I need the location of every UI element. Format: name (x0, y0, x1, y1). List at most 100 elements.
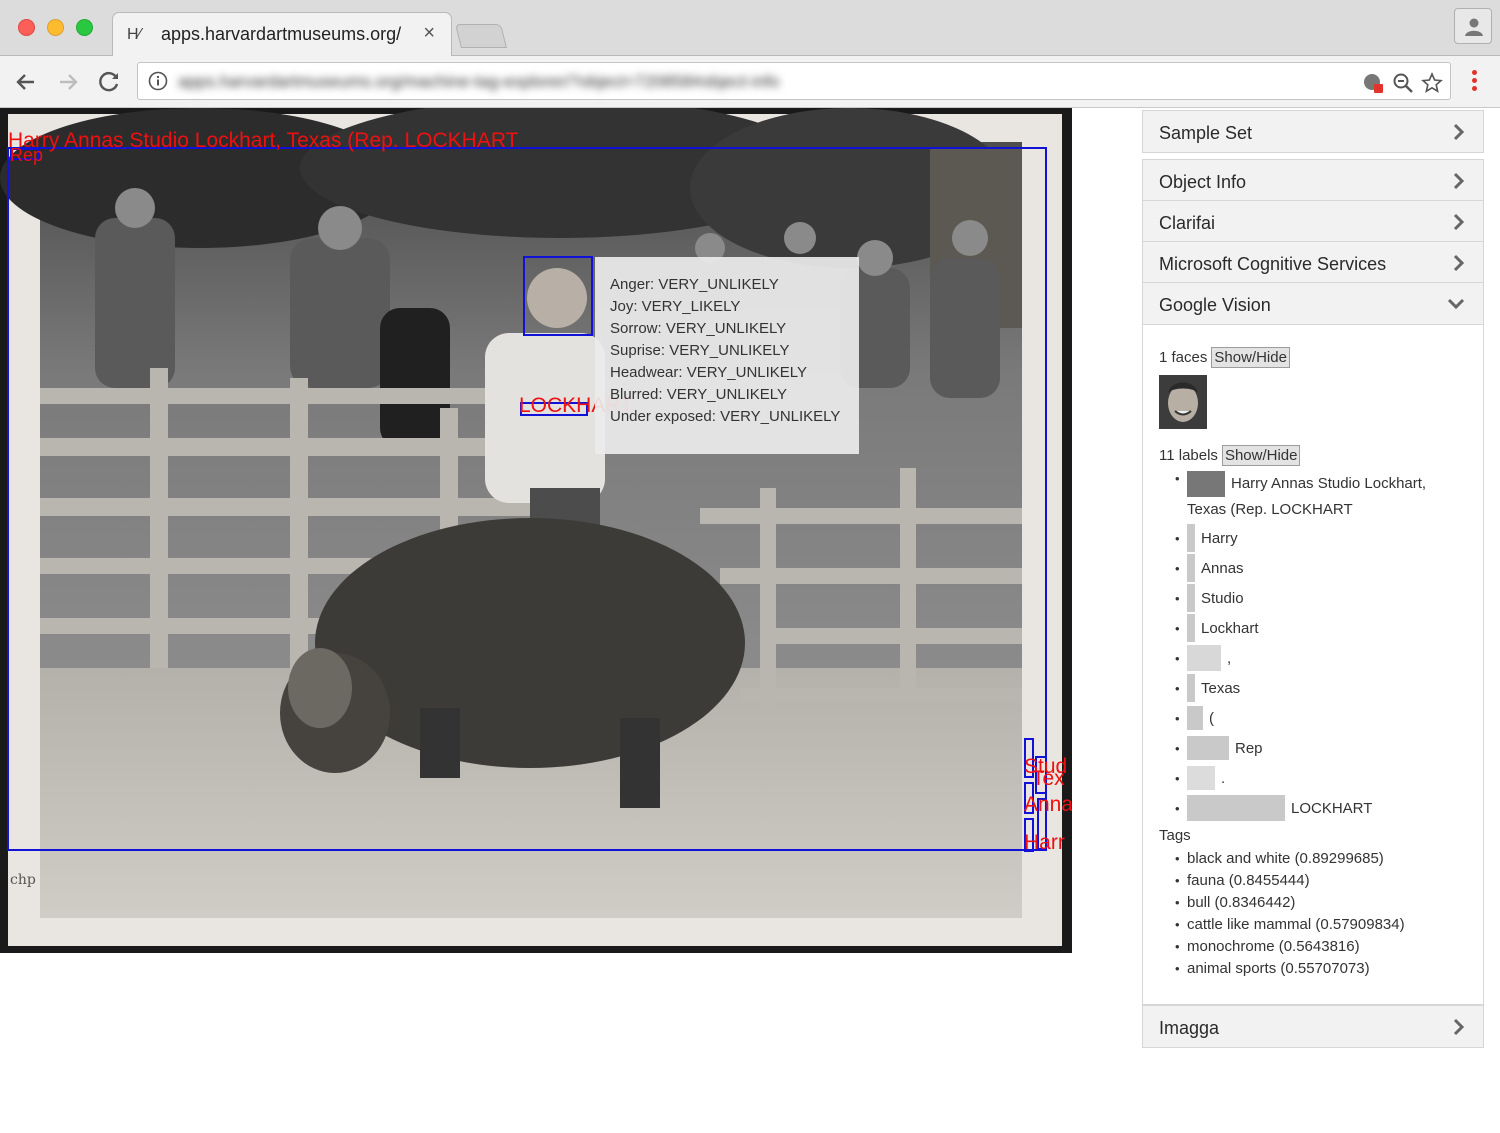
panel-clarifai[interactable]: Clarifai (1143, 201, 1483, 242)
list-item[interactable]: Harry (1175, 523, 1483, 553)
label-thumbnail (1187, 554, 1195, 583)
label-thumbnail (1187, 706, 1203, 731)
face-image (1159, 375, 1207, 429)
edge-label-harr: Harr (1024, 831, 1065, 854)
title-bar: H⁄ apps.harvardartmuseums.org/ × (0, 0, 1500, 57)
list-item: monochrome (0.5643816) (1175, 936, 1483, 958)
label-thumbnail (1187, 471, 1225, 498)
panel-sample-set[interactable]: Sample Set (1142, 110, 1484, 153)
label-thumbnail (1187, 736, 1229, 761)
full-image-label: Harry Annas Studio Lockhart, Texas (Rep.… (8, 129, 519, 152)
face-thumbnail[interactable] (1159, 375, 1207, 429)
panel-title: Google Vision (1159, 295, 1271, 315)
label-text: Annas (1201, 559, 1244, 577)
list-item[interactable]: Texas (1175, 673, 1483, 703)
panel-title: Microsoft Cognitive Services (1159, 254, 1387, 274)
panel-group: Object Info Clarifai Microsoft Cognitive… (1142, 159, 1484, 325)
zoom-window-button[interactable] (76, 19, 93, 36)
tags-title: Tags (1159, 827, 1191, 845)
label-text: Lockhart (1201, 619, 1259, 637)
list-item[interactable]: Rep (1175, 733, 1483, 763)
google-vision-body: 1 faces Show/Hide 11 labels Show/Hide Ha… (1142, 325, 1484, 1005)
tooltip-surprise: Suprise: VERY_UNLIKELY (610, 342, 790, 359)
list-item: cattle like mammal (0.57909834) (1175, 914, 1483, 936)
label-thumbnail (1187, 524, 1195, 553)
photo-viewer: chp Harry Annas Studio Lockhart, Texas (… (0, 108, 1072, 953)
list-item[interactable]: Studio (1175, 583, 1483, 613)
tooltip-joy: Joy: VERY_LIKELY (610, 298, 741, 315)
tooltip-sorrow: Sorrow: VERY_UNLIKELY (610, 320, 787, 337)
tab-title: apps.harvardartmuseums.org/ (161, 24, 402, 44)
label-text: ( (1209, 709, 1214, 727)
translate-blocked-icon[interactable] (1362, 72, 1384, 94)
chevron-right-icon (1453, 123, 1465, 141)
address-url: apps.harvardartmuseums.org/machine-tag-e… (178, 72, 780, 91)
chevron-right-icon (1453, 213, 1465, 231)
labels-count: 11 labels (1159, 446, 1218, 464)
list-item: animal sports (0.55707073) (1175, 958, 1483, 980)
label-text: LOCKHART (1291, 799, 1373, 817)
minimize-window-button[interactable] (47, 19, 64, 36)
face-emotion-tooltip: Anger: VERY_UNLIKELY Joy: VERY_LIKELY So… (595, 257, 859, 454)
tooltip-under-exposed: Under exposed: VERY_UNLIKELY (610, 408, 841, 425)
bookmark-star-icon[interactable] (1421, 72, 1443, 94)
chevron-right-icon (1453, 172, 1465, 190)
list-item[interactable]: . (1175, 763, 1483, 793)
list-item[interactable]: Annas (1175, 553, 1483, 583)
tooltip-headwear: Headwear: VERY_UNLIKELY (610, 364, 808, 381)
panel-object-info[interactable]: Object Info (1143, 160, 1483, 201)
panel-imagga[interactable]: Imagga (1142, 1005, 1484, 1048)
sidebar: Sample Set Object Info Clarifai Microsof… (1142, 108, 1484, 1048)
full-image-label-box[interactable] (7, 147, 1047, 851)
reload-icon[interactable] (95, 68, 123, 96)
rep-label: Rep (10, 145, 44, 165)
list-item[interactable]: , (1175, 643, 1483, 673)
info-icon[interactable] (148, 71, 168, 91)
panel-google-vision[interactable]: Google Vision (1143, 283, 1483, 324)
label-text: . (1221, 769, 1226, 787)
tooltip-anger: Anger: VERY_UNLIKELY (610, 276, 779, 293)
label-thumbnail (1187, 766, 1215, 791)
browser-toolbar: apps.harvardartmuseums.org/machine-tag-e… (0, 56, 1500, 108)
tab-close-icon[interactable]: × (423, 22, 435, 45)
faces-show-hide-button[interactable]: Show/Hide (1211, 346, 1290, 368)
chevron-right-icon (1453, 1018, 1465, 1036)
back-arrow-icon[interactable] (12, 68, 40, 96)
list-item: black and white (0.89299685) (1175, 848, 1483, 870)
tab-favicon-icon: H⁄ (127, 26, 142, 43)
label-thumbnail (1187, 795, 1285, 822)
panel-microsoft-cognitive-services[interactable]: Microsoft Cognitive Services (1143, 242, 1483, 283)
svg-text:chp: chp (10, 872, 36, 888)
edge-label-tex: Tex (1032, 767, 1065, 790)
browser-tab[interactable]: H⁄ apps.harvardartmuseums.org/ × (112, 12, 452, 57)
tooltip-blurred: Blurred: VERY_UNLIKELY (610, 386, 788, 403)
list-item[interactable]: LOCKHART (1175, 793, 1483, 823)
faces-count: 1 faces (1159, 348, 1208, 366)
menu-kebab-icon[interactable] (1472, 70, 1478, 94)
label-thumbnail (1187, 614, 1195, 643)
list-item[interactable]: Lockhart (1175, 613, 1483, 643)
label-text: , (1227, 649, 1232, 667)
labels-show-hide-button[interactable]: Show/Hide (1221, 444, 1301, 466)
list-item: bull (0.8346442) (1175, 892, 1483, 914)
panel-title: Imagga (1159, 1018, 1220, 1038)
label-thumbnail (1187, 584, 1195, 613)
close-window-button[interactable] (18, 19, 35, 36)
chevron-right-icon (1453, 254, 1465, 272)
label-text: Rep (1235, 739, 1263, 757)
address-bar[interactable]: apps.harvardartmuseums.org/machine-tag-e… (137, 62, 1451, 100)
panel-title: Clarifai (1159, 213, 1216, 233)
profile-button[interactable] (1454, 8, 1492, 44)
face-box[interactable] (523, 256, 593, 336)
list-item[interactable]: ( (1175, 703, 1483, 733)
panel-title: Object Info (1159, 172, 1247, 192)
list-item[interactable]: Harry Annas Studio Lockhart, Texas (Rep.… (1175, 471, 1483, 523)
chevron-down-icon (1447, 298, 1465, 310)
label-text: Harry (1201, 529, 1238, 547)
label-thumbnail (1187, 674, 1195, 703)
labels-list: Harry Annas Studio Lockhart, Texas ( Rep.… (1159, 471, 1483, 823)
zoom-icon[interactable] (1392, 72, 1414, 94)
new-tab-button[interactable] (455, 24, 507, 48)
label-thumbnail (1187, 645, 1221, 672)
forward-arrow-icon[interactable] (54, 68, 82, 96)
